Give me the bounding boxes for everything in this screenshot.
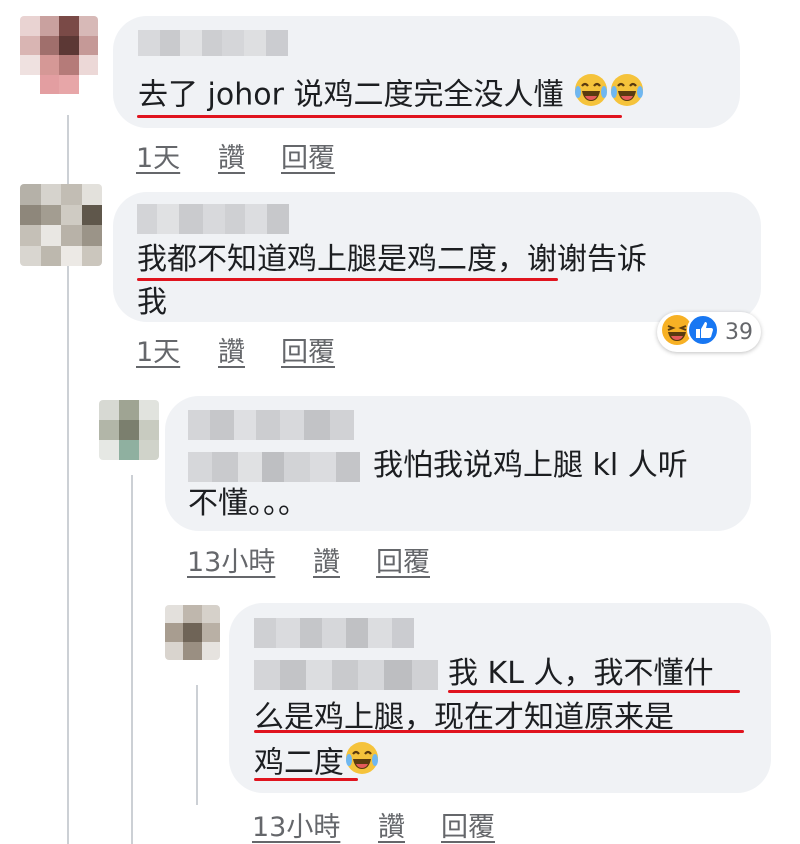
like-button[interactable]: 讚 <box>378 805 405 844</box>
thread-line-subreply <box>196 685 198 805</box>
timestamp-link[interactable]: 1天 <box>136 136 180 175</box>
avatar[interactable] <box>20 184 102 266</box>
reply-button[interactable]: 回覆 <box>441 805 495 844</box>
commenter-name-blurred[interactable] <box>138 30 288 56</box>
laughing-tears-emoji <box>609 72 645 120</box>
avatar[interactable] <box>165 605 220 660</box>
like-button[interactable]: 讚 <box>313 540 340 579</box>
like-button[interactable]: 讚 <box>218 330 245 369</box>
commenter-name-blurred[interactable] <box>137 204 289 234</box>
commenter-name-blurred[interactable] <box>254 618 414 648</box>
comment-text: 我 KL 人，我不懂什 <box>448 656 714 691</box>
reaction-summary[interactable]: 39 <box>657 312 761 352</box>
reply-button[interactable]: 回覆 <box>281 330 335 369</box>
commenter-name-blurred[interactable] <box>188 410 354 440</box>
reply-button[interactable]: 回覆 <box>281 136 335 175</box>
timestamp-link[interactable]: 1天 <box>136 330 180 369</box>
red-underline <box>254 778 358 781</box>
red-underline <box>137 115 622 118</box>
comment-text: 不懂。。。 <box>188 486 308 521</box>
mentioned-name-blurred[interactable] <box>254 660 438 690</box>
like-button[interactable]: 讚 <box>218 136 245 175</box>
timestamp-link[interactable]: 13小時 <box>187 540 275 579</box>
thumbs-up-reaction-icon <box>687 314 719 350</box>
red-underline <box>254 730 744 733</box>
reply-button[interactable]: 回覆 <box>376 540 430 579</box>
reaction-count: 39 <box>725 319 753 345</box>
avatar[interactable] <box>20 16 98 94</box>
timestamp-link[interactable]: 13小時 <box>252 805 340 844</box>
comment-text: 我都不知道鸡上腿是鸡二度，谢谢告诉 我 <box>137 242 647 320</box>
thread-line-reply <box>131 475 133 844</box>
mentioned-name-blurred[interactable] <box>188 452 360 482</box>
red-underline <box>137 278 558 281</box>
comment-text: 我怕我说鸡上腿 kl 人听 <box>373 448 688 483</box>
avatar[interactable] <box>99 400 159 460</box>
laughing-tears-emoji <box>573 72 609 120</box>
red-underline <box>448 690 740 693</box>
comment-text: 去了 johor 说鸡二度完全没人懂 <box>138 72 645 120</box>
